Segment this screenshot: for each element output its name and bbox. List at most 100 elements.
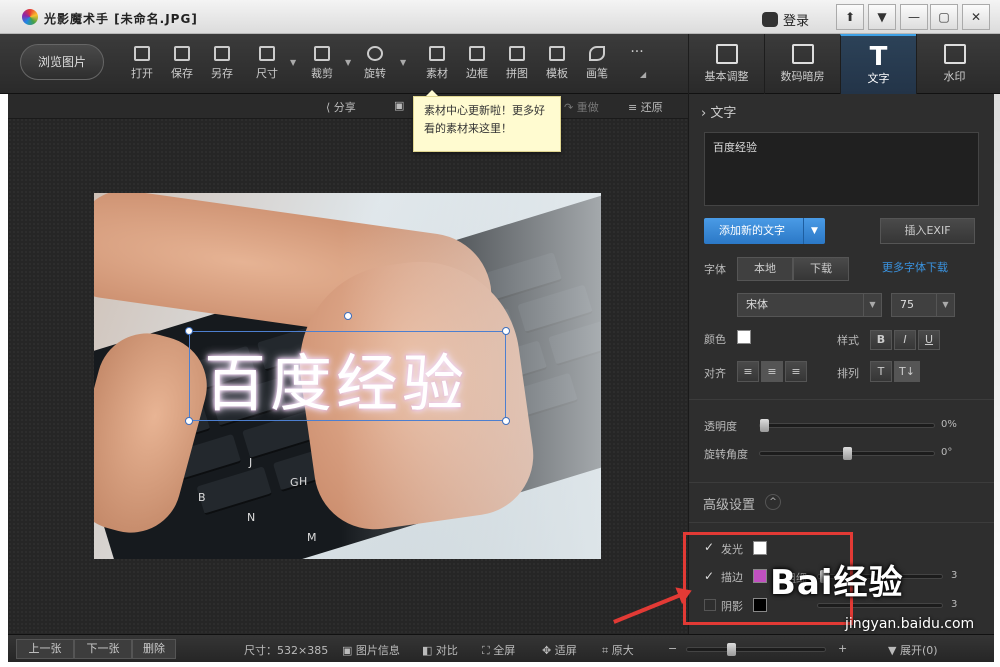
italic-button[interactable]: I: [894, 330, 916, 350]
tool-collage[interactable]: 拼图: [500, 46, 534, 81]
font-size-select[interactable]: 75 ▼: [891, 293, 955, 317]
canvas-subbar: ⟨ 分享 ▣ ↷ 重做 ≡ 还原: [8, 94, 688, 119]
delete-button[interactable]: 删除: [132, 639, 176, 659]
vertical-text-icon[interactable]: T↓: [894, 361, 920, 382]
text-input[interactable]: 百度经验: [704, 132, 979, 206]
fullscreen-label: 全屏: [493, 644, 516, 657]
underline-button[interactable]: U: [918, 330, 940, 350]
minimize-icon[interactable]: —: [900, 4, 928, 30]
advanced-settings-label[interactable]: 高级设置: [703, 494, 755, 513]
tool-label: 裁剪: [311, 67, 333, 80]
skin-icon[interactable]: ⬆: [836, 4, 864, 30]
image-size: 尺寸：532×385: [244, 644, 329, 657]
tool-open[interactable]: 打开: [125, 46, 159, 81]
close-icon[interactable]: ✕: [962, 4, 990, 30]
add-text-dropdown-icon[interactable]: ▼: [803, 218, 825, 244]
resize-handle[interactable]: [502, 327, 510, 335]
add-text-button[interactable]: 添加新的文字 ▼: [704, 218, 825, 244]
image-info-button[interactable]: ▣ 图片信息: [342, 642, 400, 658]
tool-save[interactable]: 保存: [165, 46, 199, 81]
resize-handle[interactable]: [185, 327, 193, 335]
zoom-in-icon[interactable]: +: [838, 642, 847, 655]
compare-button[interactable]: ◧ 对比: [422, 642, 458, 658]
next-image-button[interactable]: 下一张: [74, 639, 132, 659]
align-left-icon[interactable]: ≡: [737, 361, 759, 382]
font-download-button[interactable]: 下载: [793, 257, 849, 281]
undo-icon[interactable]: ▣: [394, 99, 404, 112]
restore-button[interactable]: ≡ 还原: [628, 99, 663, 115]
more-tools-button[interactable]: ···: [620, 44, 654, 60]
font-size-value: 75: [900, 298, 914, 311]
resize-icon: [259, 46, 275, 61]
zoom-knob[interactable]: [727, 643, 736, 656]
tool-label: 拼图: [506, 67, 528, 80]
chevron-up-icon[interactable]: ^: [765, 494, 781, 510]
tool-size[interactable]: 尺寸: [250, 46, 284, 81]
tool-label: 边框: [466, 67, 488, 80]
tool-label: 画笔: [586, 67, 608, 80]
rotate-knob[interactable]: [842, 447, 852, 460]
original-size-label: 原大: [611, 644, 634, 657]
login-button[interactable]: 登录: [762, 10, 809, 29]
horizontal-text-icon[interactable]: T: [870, 361, 892, 382]
overlay-text[interactable]: 百度经验: [204, 333, 468, 423]
compare-label: 对比: [435, 644, 458, 657]
rotate-dropdown-icon[interactable]: ▼: [400, 58, 406, 67]
prev-image-button[interactable]: 上一张: [16, 639, 74, 659]
resize-handle[interactable]: [185, 417, 193, 425]
star-icon: [429, 46, 445, 61]
size-dropdown-icon[interactable]: ▼: [290, 58, 296, 67]
panel-header-label: 文字: [710, 106, 737, 121]
tool-material[interactable]: 素材: [420, 46, 454, 81]
watermark-url: jingyan.baidu.com: [845, 616, 975, 632]
title-bar: 光影魔术手 [未命名.JPG] 登录 ⬆ ▼ — ▢ ✕: [0, 0, 1000, 34]
expand-button[interactable]: ▼ 展开(0): [888, 642, 938, 658]
maximize-icon[interactable]: ▢: [930, 4, 958, 30]
opacity-knob[interactable]: [760, 419, 769, 432]
tab-watermark[interactable]: 水印: [916, 34, 992, 94]
tab-text[interactable]: T 文字: [840, 34, 916, 94]
crop-icon: [314, 46, 330, 61]
resize-handle[interactable]: [502, 417, 510, 425]
rotate-handle[interactable]: [344, 312, 352, 320]
more-dropdown-icon[interactable]: ◢: [640, 70, 646, 79]
photo-preview[interactable]: J H B N M G R K L 百度经验: [94, 193, 601, 559]
bottom-bar: 上一张 下一张 删除 尺寸：532×385 ▣ 图片信息 ◧ 对比 ⛶ 全屏 ✥…: [8, 634, 994, 662]
browse-images-button[interactable]: 浏览图片: [20, 44, 104, 80]
tool-save-as[interactable]: 另存: [205, 46, 239, 81]
rotate-slider[interactable]: [759, 447, 935, 460]
tab-darkroom[interactable]: 数码暗房: [764, 34, 840, 94]
share-button[interactable]: ⟨ 分享: [326, 99, 356, 115]
tab-basic-adjust[interactable]: 基本调整: [688, 34, 764, 94]
align-center-icon[interactable]: ≡: [761, 361, 783, 382]
zoom-slider[interactable]: [686, 643, 826, 656]
bold-button[interactable]: B: [870, 330, 892, 350]
redo-button[interactable]: ↷ 重做: [564, 99, 599, 115]
login-label: 登录: [783, 14, 810, 29]
font-name-select[interactable]: 宋体 ▼: [737, 293, 882, 317]
tab-label: 水印: [943, 70, 966, 83]
text-icon: T: [869, 42, 888, 72]
fullscreen-button[interactable]: ⛶ 全屏: [482, 642, 515, 658]
align-right-icon[interactable]: ≡: [785, 361, 807, 382]
insert-exif-button[interactable]: 插入EXIF: [880, 218, 975, 244]
save-as-icon: [214, 46, 230, 61]
menu-icon[interactable]: ▼: [868, 4, 896, 30]
tool-crop[interactable]: 裁剪: [305, 46, 339, 81]
tool-rotate[interactable]: 旋转: [358, 46, 392, 81]
original-size-button[interactable]: ⌗ 原大: [602, 642, 634, 658]
more-fonts-link[interactable]: 更多字体下载: [882, 259, 948, 275]
tool-brush[interactable]: 画笔: [580, 46, 614, 81]
key-label: N: [247, 511, 256, 524]
brush-icon: [589, 46, 605, 61]
text-color-swatch[interactable]: [737, 330, 751, 344]
crop-dropdown-icon[interactable]: ▼: [345, 58, 351, 67]
opacity-slider[interactable]: [759, 419, 935, 432]
tool-border[interactable]: 边框: [460, 46, 494, 81]
zoom-out-icon[interactable]: −: [668, 642, 677, 655]
tool-template[interactable]: 模板: [540, 46, 574, 81]
font-local-button[interactable]: 本地: [737, 257, 793, 281]
rotate-value: 0°: [941, 447, 953, 458]
tool-label: 打开: [131, 67, 153, 80]
fit-screen-button[interactable]: ✥ 适屏: [542, 642, 577, 658]
